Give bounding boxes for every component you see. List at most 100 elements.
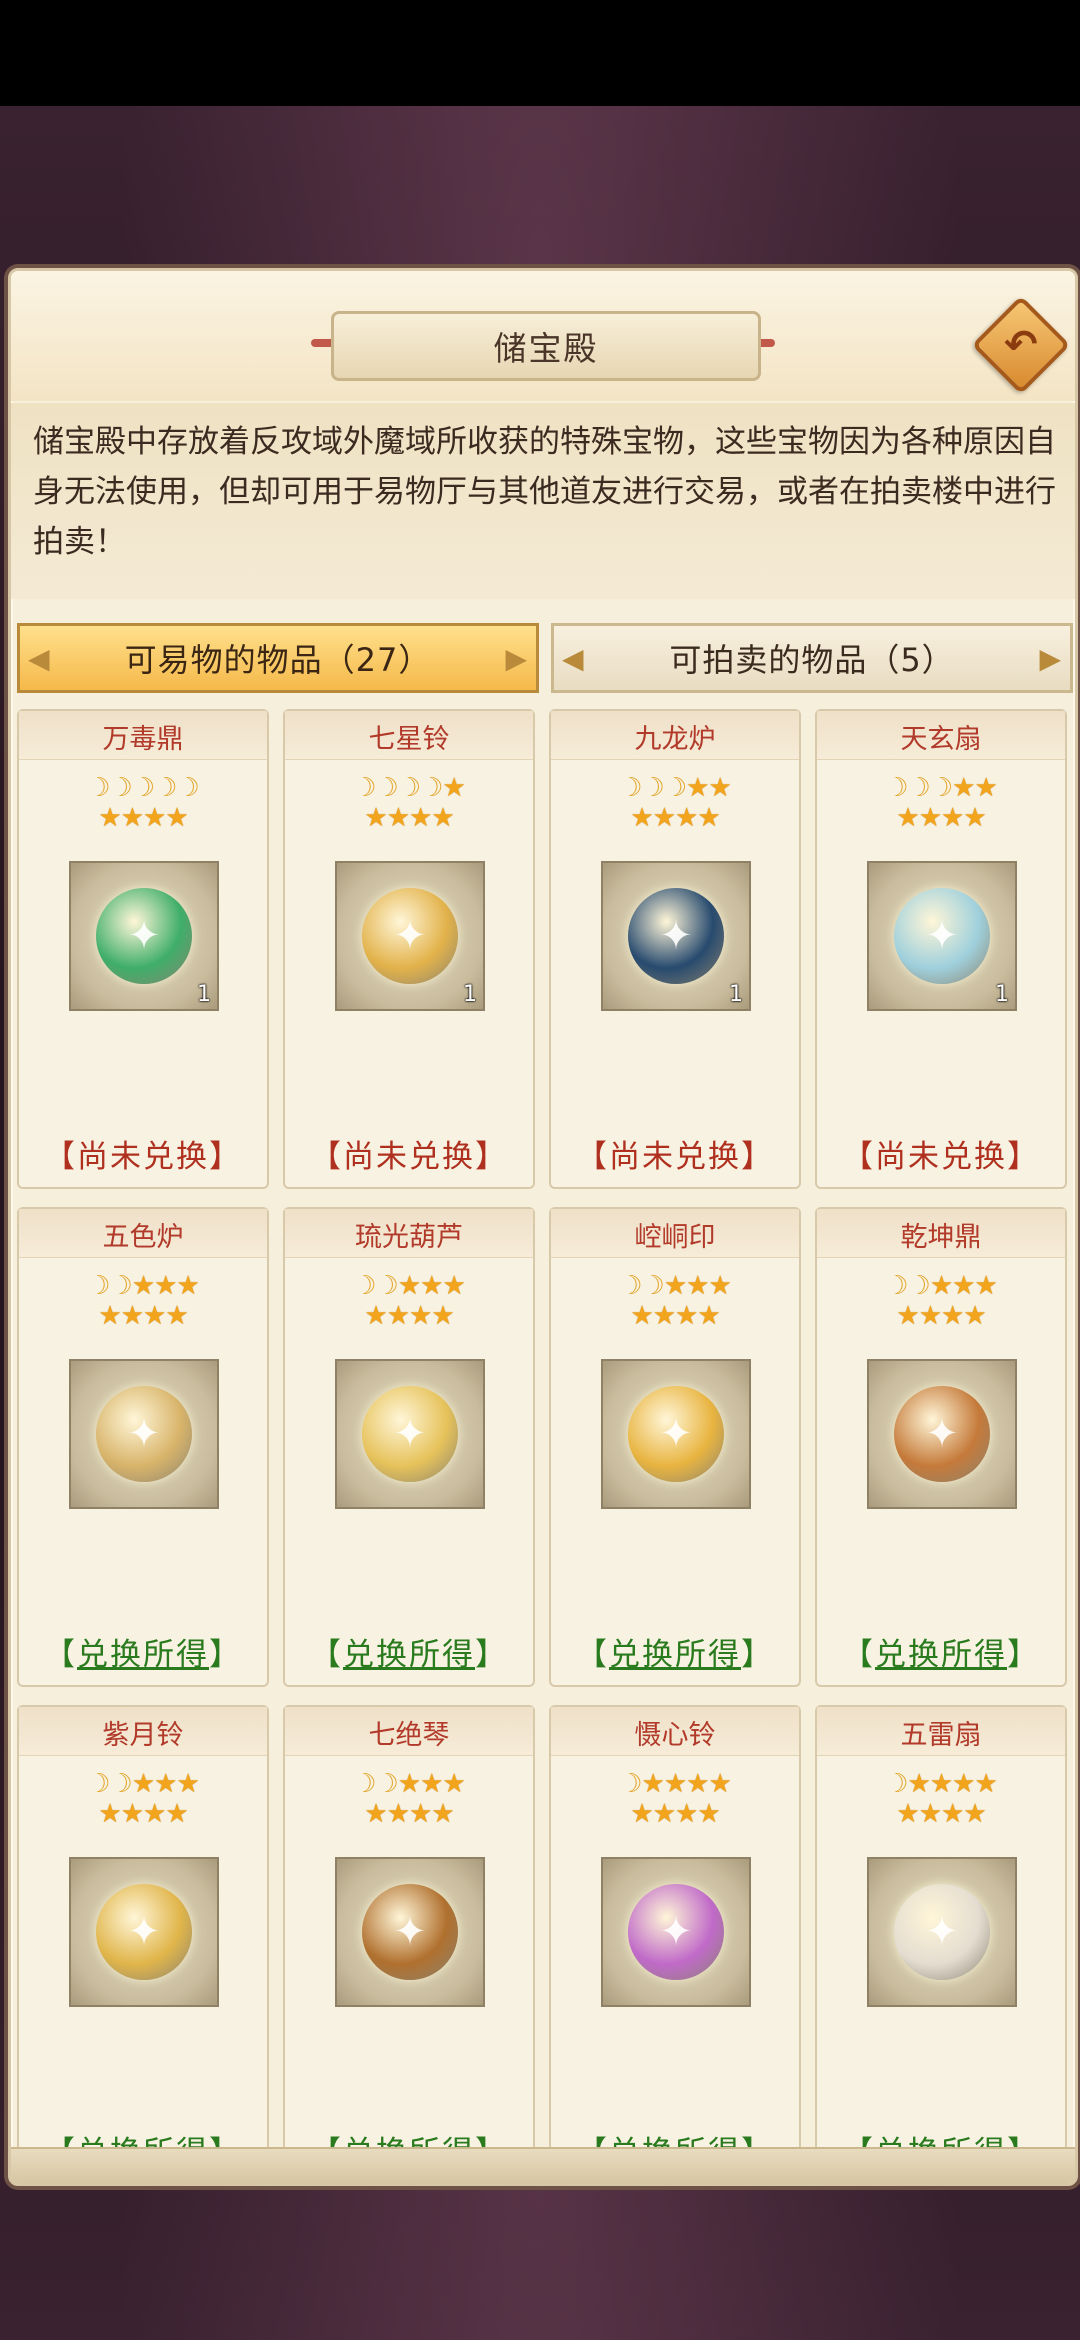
back-arrow-icon: ↶ bbox=[1004, 321, 1038, 368]
rating-row: ☽☽★★★ bbox=[19, 1769, 267, 1799]
bracket-right: 】 bbox=[475, 1139, 508, 1175]
item-slot[interactable]: ✦ 1 bbox=[601, 861, 751, 1011]
item-slot[interactable]: ✦ bbox=[867, 1857, 1017, 2007]
exchange-claim-link[interactable]: 【兑换所得】 bbox=[285, 1629, 533, 1674]
item-card[interactable]: 崆峒印 ☽☽★★★ ★★★★ ✦ 【兑换所得】 bbox=[549, 1207, 801, 1687]
item-slot[interactable]: ✦ bbox=[601, 1857, 751, 2007]
moon-icon: ☽ bbox=[154, 773, 177, 803]
star-icon: ★ bbox=[442, 1769, 465, 1799]
item-card[interactable]: 五色炉 ☽☽★★★ ★★★★ ✦ 【兑换所得】 bbox=[17, 1207, 269, 1687]
star-icon: ★ bbox=[98, 1799, 121, 1829]
star-icon: ★ bbox=[941, 1301, 964, 1331]
star-icon: ★ bbox=[143, 1301, 166, 1331]
star-icon: ★ bbox=[686, 1271, 709, 1301]
star-icon: ★ bbox=[708, 773, 731, 803]
item-slot[interactable]: ✦ 1 bbox=[867, 861, 1017, 1011]
glow-gourd-icon: ✦ bbox=[362, 1386, 458, 1482]
status-label: 兑换所得 bbox=[609, 1637, 741, 1673]
thunder-fan-icon: ✦ bbox=[894, 1884, 990, 1980]
item-slot[interactable]: ✦ 1 bbox=[69, 861, 219, 1011]
bracket-right: 】 bbox=[741, 1637, 774, 1673]
star-icon: ★ bbox=[442, 1271, 465, 1301]
exchange-claim-link[interactable]: 【兑换所得】 bbox=[817, 1629, 1065, 1674]
exchange-claim-link[interactable]: 【兑换所得】 bbox=[551, 1629, 799, 1674]
item-card[interactable]: 天玄扇 ☽☽☽★★ ★★★★ ✦ 1 【尚未兑换】 bbox=[815, 709, 1067, 1189]
star-icon: ★ bbox=[941, 803, 964, 833]
moon-icon: ☽ bbox=[885, 1271, 908, 1301]
star-icon: ★ bbox=[431, 1301, 454, 1331]
star-icon: ★ bbox=[397, 1769, 421, 1799]
star-icon: ★ bbox=[896, 1301, 919, 1331]
item-grid: 万毒鼎 ☽☽☽☽☽ ★★★★ ✦ 1 【尚未兑换】 七星铃 ☽☽☽☽★ ★★★★ ✦ 1 【尚未兑换】… bbox=[17, 709, 1069, 2183]
bracket-right: 】 bbox=[209, 1139, 242, 1175]
item-slot[interactable]: ✦ bbox=[335, 1857, 485, 2007]
status-label: 兑换所得 bbox=[343, 1637, 475, 1673]
heaven-fan-icon: ✦ bbox=[894, 888, 990, 984]
item-slot[interactable]: ✦ bbox=[335, 1359, 485, 1509]
item-slot[interactable]: ✦ bbox=[601, 1359, 751, 1509]
item-slot[interactable]: ✦ bbox=[69, 1857, 219, 2007]
star-icon: ★ bbox=[896, 803, 919, 833]
star-icon: ★ bbox=[120, 1301, 144, 1331]
item-name: 慑心铃 bbox=[634, 1720, 716, 1751]
bracket-left: 【 bbox=[310, 1637, 343, 1673]
back-button[interactable]: ↶ bbox=[971, 295, 1071, 395]
star-icon: ★ bbox=[409, 1799, 432, 1829]
star-icon: ★ bbox=[386, 1301, 410, 1331]
status-label: 尚未兑换 bbox=[609, 1139, 741, 1175]
rating-row: ★★★★ bbox=[19, 803, 267, 833]
item-card[interactable]: 七星铃 ☽☽☽☽★ ★★★★ ✦ 1 【尚未兑换】 bbox=[283, 709, 535, 1189]
moon-icon: ☽ bbox=[109, 1271, 133, 1301]
star-icon: ★ bbox=[652, 1799, 676, 1829]
back-button-frame: ↶ bbox=[971, 295, 1071, 395]
item-card[interactable]: 五雷扇☽★★★★★★★★✦【兑换所得】 bbox=[815, 1705, 1067, 2183]
star-icon: ★ bbox=[929, 1769, 953, 1799]
star-icon: ★ bbox=[165, 1301, 188, 1331]
item-name: 七绝琴 bbox=[368, 1720, 450, 1751]
star-icon: ★ bbox=[386, 803, 410, 833]
item-slot[interactable]: ✦ 1 bbox=[335, 861, 485, 1011]
bracket-left: 【 bbox=[576, 1637, 609, 1673]
kongtong-seal-icon: ✦ bbox=[628, 1386, 724, 1482]
exchange-claim-link[interactable]: 【兑换所得】 bbox=[19, 1629, 267, 1674]
star-icon: ★ bbox=[120, 1799, 144, 1829]
status-label: 尚未兑换 bbox=[875, 1139, 1007, 1175]
star-icon: ★ bbox=[154, 1271, 177, 1301]
tab-tradeable-items[interactable]: 可易物的物品（27） ◀ ▶ bbox=[17, 623, 539, 693]
item-card[interactable]: 万毒鼎 ☽☽☽☽☽ ★★★★ ✦ 1 【尚未兑换】 bbox=[17, 709, 269, 1189]
moon-icon: ☽ bbox=[619, 1271, 642, 1301]
item-card[interactable]: 慑心铃☽★★★★★★★★✦【兑换所得】 bbox=[549, 1705, 801, 2183]
moon-icon: ☽ bbox=[375, 1769, 399, 1799]
bracket-right: 】 bbox=[475, 1637, 508, 1673]
item-card[interactable]: 紫月铃☽☽★★★★★★★✦【兑换所得】 bbox=[17, 1705, 269, 2183]
item-card[interactable]: 七绝琴☽☽★★★★★★★✦【兑换所得】 bbox=[283, 1705, 535, 2183]
description-text: 储宝殿中存放着反攻域外魔域所收获的特殊宝物，这些宝物因为各种原因自身无法使用，但… bbox=[11, 403, 1075, 599]
item-slot[interactable]: ✦ bbox=[69, 1359, 219, 1509]
star-icon: ★ bbox=[929, 1271, 953, 1301]
item-card[interactable]: 乾坤鼎 ☽☽★★★ ★★★★ ✦ 【兑换所得】 bbox=[815, 1207, 1067, 1687]
item-card[interactable]: 琉光葫芦 ☽☽★★★ ★★★★ ✦ 【兑换所得】 bbox=[283, 1207, 535, 1687]
star-icon: ★ bbox=[143, 1799, 166, 1829]
item-slot[interactable]: ✦ bbox=[867, 1359, 1017, 1509]
star-icon: ★ bbox=[675, 1799, 698, 1829]
status-label: 兑换所得 bbox=[77, 1637, 209, 1673]
bracket-left: 【 bbox=[310, 1139, 343, 1175]
poison-cauldron-icon: ✦ bbox=[96, 888, 192, 984]
rating-row: ☽☽★★★ bbox=[19, 1271, 267, 1301]
seven-star-bell-icon: ✦ bbox=[362, 888, 458, 984]
status-label: 尚未兑换 bbox=[77, 1139, 209, 1175]
rating-row: ★★★★ bbox=[285, 1799, 533, 1829]
moon-icon: ☽ bbox=[87, 1769, 110, 1799]
star-icon: ★ bbox=[918, 1799, 942, 1829]
item-card[interactable]: 九龙炉 ☽☽☽★★ ★★★★ ✦ 1 【尚未兑换】 bbox=[549, 709, 801, 1189]
bracket-left: 【 bbox=[842, 1139, 875, 1175]
star-icon: ★ bbox=[697, 1301, 720, 1331]
star-icon: ★ bbox=[952, 1271, 975, 1301]
tab-auction-items[interactable]: 可拍卖的物品（5） ◀ ▶ bbox=[551, 623, 1073, 693]
page-title: 储宝殿 bbox=[331, 311, 761, 381]
qiankun-cauldron-icon: ✦ bbox=[894, 1386, 990, 1482]
moon-icon: ☽ bbox=[375, 773, 399, 803]
rating-row: ★★★★ bbox=[817, 1301, 1065, 1331]
star-icon: ★ bbox=[708, 1271, 731, 1301]
star-icon: ★ bbox=[431, 1799, 454, 1829]
